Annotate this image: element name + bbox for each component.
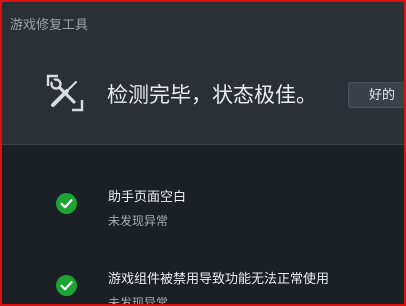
list-item: 游戏组件被禁用导致功能无法正常使用 未发现异常 <box>2 271 404 306</box>
results-list: 助手页面空白 未发现异常 游戏组件被禁用导致功能无法正常使用 未发现异常 <box>2 145 404 304</box>
result-title: 游戏组件被禁用导致功能无法正常使用 <box>108 272 330 287</box>
ok-button[interactable]: 好的 <box>348 82 404 108</box>
check-circle-icon <box>56 193 77 214</box>
repair-tools-icon <box>46 74 84 112</box>
check-circle-icon <box>56 275 77 296</box>
result-status: 未发现异常 <box>108 214 169 228</box>
result-title: 助手页面空白 <box>108 190 187 205</box>
list-item: 助手页面空白 未发现异常 <box>2 189 404 239</box>
result-status: 未发现异常 <box>108 296 169 306</box>
window-title: 游戏修复工具 <box>10 18 89 33</box>
scan-status-title: 检测完毕，状态极佳。 <box>107 83 317 107</box>
app-window: 游戏修复工具 检测完毕，状态极佳。 好的 助手页面空白 未发现异常 游戏组件被禁… <box>0 0 406 306</box>
summary-panel: 游戏修复工具 检测完毕，状态极佳。 好的 <box>2 2 404 145</box>
